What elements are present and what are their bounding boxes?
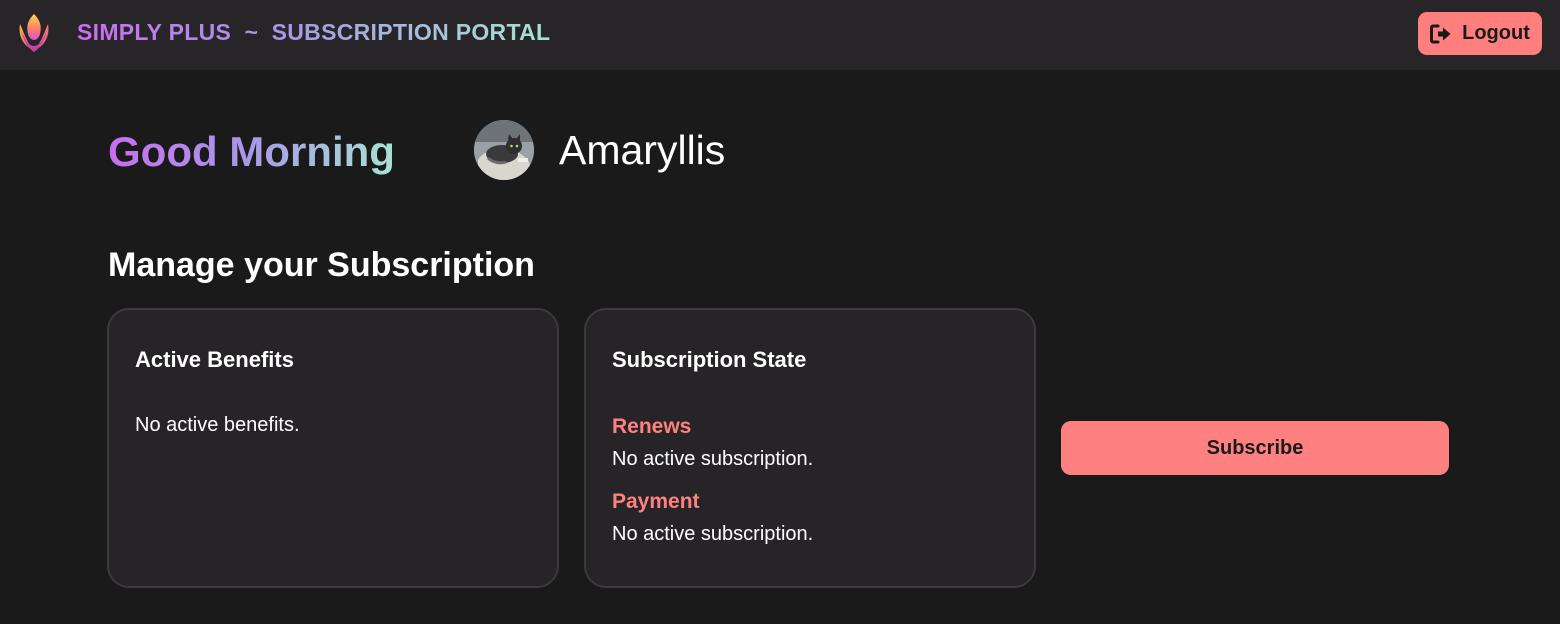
renews-value: No active subscription. xyxy=(612,448,814,470)
payment-value: No active subscription. xyxy=(612,523,814,545)
subscribe-button[interactable]: Subscribe xyxy=(1061,421,1449,475)
greeting-heading: Good Morning xyxy=(108,128,395,175)
benefits-empty-text: No active benefits. xyxy=(135,414,300,436)
renews-label: Renews xyxy=(612,415,692,438)
tulip-logo-icon[interactable] xyxy=(14,12,54,54)
card-title: Active Benefits xyxy=(135,347,294,372)
subscription-state-card: Subscription State Renews No active subs… xyxy=(584,308,1036,588)
user-name: Amaryllis xyxy=(559,127,726,173)
cat-avatar[interactable] xyxy=(474,120,534,180)
top-navigation-bar: SIMPLY PLUS ~ SUBSCRIPTION PORTAL Logout xyxy=(0,0,1560,70)
card-title: Subscription State xyxy=(612,347,807,372)
logout-button[interactable]: Logout xyxy=(1418,12,1542,55)
payment-label: Payment xyxy=(612,490,700,513)
logout-label: Logout xyxy=(1462,22,1530,44)
sign-out-icon xyxy=(1430,24,1451,43)
active-benefits-card: Active Benefits No active benefits. xyxy=(107,308,559,588)
section-title: Manage your Subscription xyxy=(108,246,535,284)
portal-brand-title: SIMPLY PLUS ~ SUBSCRIPTION PORTAL xyxy=(77,19,551,45)
